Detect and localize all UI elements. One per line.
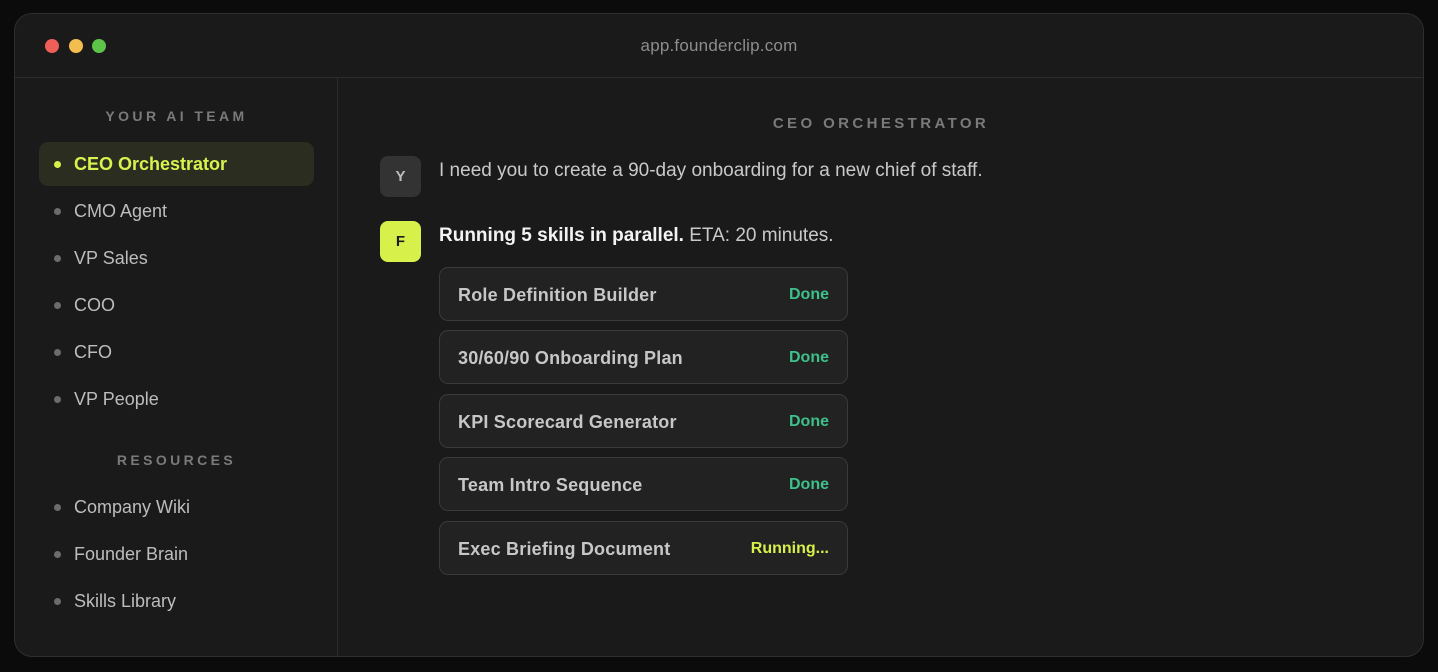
skill-status-done: Done [789, 476, 829, 493]
sidebar-item-label: Skills Library [74, 591, 177, 611]
skill-name: 30/60/90 Onboarding Plan [458, 348, 683, 368]
resources-heading: RESOURCES [116, 452, 237, 468]
skill-status-done: Done [789, 413, 829, 430]
skill-status-done: Done [789, 286, 829, 303]
skill-status-running: Running... [750, 540, 829, 557]
sidebar-item-vp-people[interactable]: VP People [39, 377, 314, 421]
sidebar-item-label: VP Sales [74, 248, 148, 268]
skill-card-team-intro-sequence[interactable]: Team Intro Sequence Done [439, 457, 848, 511]
bullet-icon [54, 302, 61, 309]
skill-name: Team Intro Sequence [458, 475, 643, 495]
bullet-icon [54, 396, 61, 403]
skill-status-done: Done [789, 349, 829, 366]
url-label: app.founderclip.com [640, 36, 798, 55]
sidebar-item-founder-brain[interactable]: Founder Brain [39, 532, 314, 576]
assistant-message: Running 5 skills in parallel. ETA: 20 mi… [439, 225, 834, 247]
sidebar-item-label: CFO [74, 342, 112, 362]
sidebar-item-skills-library[interactable]: Skills Library [39, 579, 314, 623]
bullet-icon [54, 208, 61, 215]
bullet-icon [54, 598, 61, 605]
bullet-icon [54, 551, 61, 558]
sidebar-item-ceo-orchestrator[interactable]: CEO Orchestrator [39, 142, 314, 186]
team-heading: YOUR AI TEAM [105, 108, 248, 124]
sidebar-item-label: Founder Brain [74, 544, 189, 564]
sidebar-item-label: Company Wiki [74, 497, 191, 517]
sidebar-item-label: COO [74, 295, 116, 315]
sidebar-item-label: CMO Agent [74, 201, 168, 221]
skill-name: KPI Scorecard Generator [458, 412, 677, 432]
skill-name: Role Definition Builder [458, 285, 657, 305]
sidebar-item-company-wiki[interactable]: Company Wiki [39, 485, 314, 529]
skill-card-role-definition-builder[interactable]: Role Definition Builder Done [439, 267, 848, 321]
bullet-icon [54, 255, 61, 262]
assistant-avatar: F [380, 221, 421, 262]
browser-window: app.founderclip.com YOUR AI TEAM CEO Orc… [14, 13, 1424, 657]
skill-card-onboarding-plan[interactable]: 30/60/90 Onboarding Plan Done [439, 330, 848, 384]
sidebar-item-cmo-agent[interactable]: CMO Agent [39, 189, 314, 233]
user-avatar: Y [380, 156, 421, 197]
sidebar-item-vp-sales[interactable]: VP Sales [39, 236, 314, 280]
sidebar-item-coo[interactable]: COO [39, 283, 314, 327]
sidebar-item-label: CEO Orchestrator [74, 154, 228, 174]
sidebar-item-cfo[interactable]: CFO [39, 330, 314, 374]
active-bullet-icon [54, 161, 61, 168]
sidebar: YOUR AI TEAM CEO Orchestrator CMO Agent … [15, 78, 338, 656]
skill-card-exec-briefing-document[interactable]: Exec Briefing Document Running... [439, 521, 848, 575]
assistant-message-bold: Running 5 skills in parallel. [439, 225, 684, 246]
sidebar-item-label: VP People [74, 389, 159, 409]
page-title: CEO ORCHESTRATOR [772, 115, 990, 132]
bullet-icon [54, 349, 61, 356]
chat-panel: CEO ORCHESTRATOR Y I need you to create … [339, 78, 1423, 656]
assistant-message-eta: ETA: 20 minutes. [683, 225, 834, 246]
bullet-icon [54, 504, 61, 511]
skill-name: Exec Briefing Document [458, 539, 671, 559]
user-message: I need you to create a 90-day onboarding… [439, 160, 983, 181]
skill-card-kpi-scorecard-generator[interactable]: KPI Scorecard Generator Done [439, 394, 848, 448]
title-bar: app.founderclip.com [15, 14, 1423, 78]
